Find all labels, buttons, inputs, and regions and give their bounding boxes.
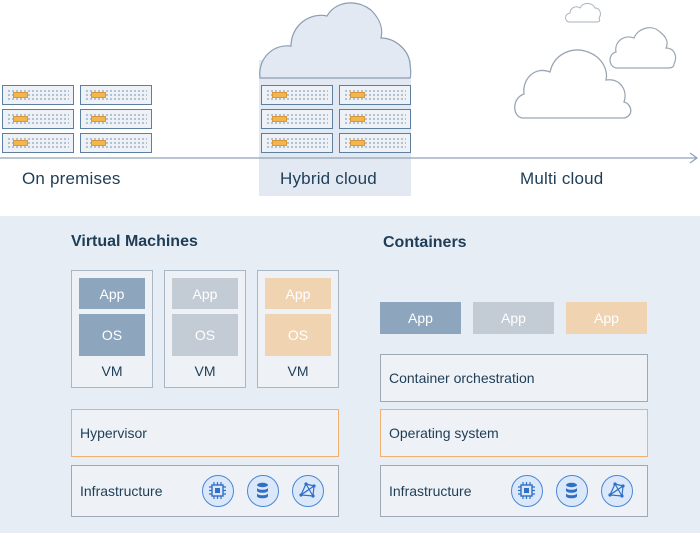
- database-icon: [247, 475, 279, 507]
- hypervisor-layer: Hypervisor: [71, 409, 339, 457]
- container-app-chip: App: [380, 302, 461, 334]
- vm-os-chip: OS: [79, 314, 145, 356]
- container-app-chip: App: [473, 302, 554, 334]
- container-orchestration-layer: Container orchestration: [380, 354, 648, 402]
- vm-label: VM: [194, 363, 216, 379]
- vm-app-chip: App: [79, 278, 145, 309]
- multi-cloud-icon: [514, 3, 677, 119]
- vm-box: App OS VM: [71, 270, 153, 388]
- network-icon: [601, 475, 633, 507]
- vm-box: App OS VM: [257, 270, 339, 388]
- infrastructure-label: Infrastructure: [80, 483, 163, 499]
- virtual-machines-title: Virtual Machines: [71, 233, 198, 250]
- server-rack-icon: [2, 85, 74, 153]
- server-rack-icon: [80, 85, 152, 153]
- cpu-icon: [202, 475, 234, 507]
- hypervisor-label: Hypervisor: [80, 425, 147, 441]
- server-rack-icon: [339, 85, 411, 153]
- vm-label: VM: [101, 363, 123, 379]
- stage-label-on-premises: On premises: [22, 169, 121, 188]
- orchestration-label: Container orchestration: [389, 370, 535, 386]
- vm-box: App OS VM: [164, 270, 246, 388]
- stage-label-hybrid-cloud: Hybrid cloud: [280, 169, 377, 188]
- hybrid-cloud-icon: [259, 2, 412, 79]
- vm-os-chip: OS: [265, 314, 331, 356]
- stage-label-multi-cloud: Multi cloud: [520, 169, 604, 188]
- operating-system-layer: Operating system: [380, 409, 648, 457]
- vm-label: VM: [287, 363, 309, 379]
- cpu-icon: [511, 475, 543, 507]
- vm-os-chip: OS: [172, 314, 238, 356]
- network-icon: [292, 475, 324, 507]
- container-app-chip: App: [566, 302, 647, 334]
- vm-app-chip: App: [172, 278, 238, 309]
- containers-title: Containers: [383, 234, 467, 251]
- infrastructure-label: Infrastructure: [389, 483, 472, 499]
- database-icon: [556, 475, 588, 507]
- server-rack-icon: [261, 85, 333, 153]
- vm-app-chip: App: [265, 278, 331, 309]
- operating-system-label: Operating system: [389, 425, 499, 441]
